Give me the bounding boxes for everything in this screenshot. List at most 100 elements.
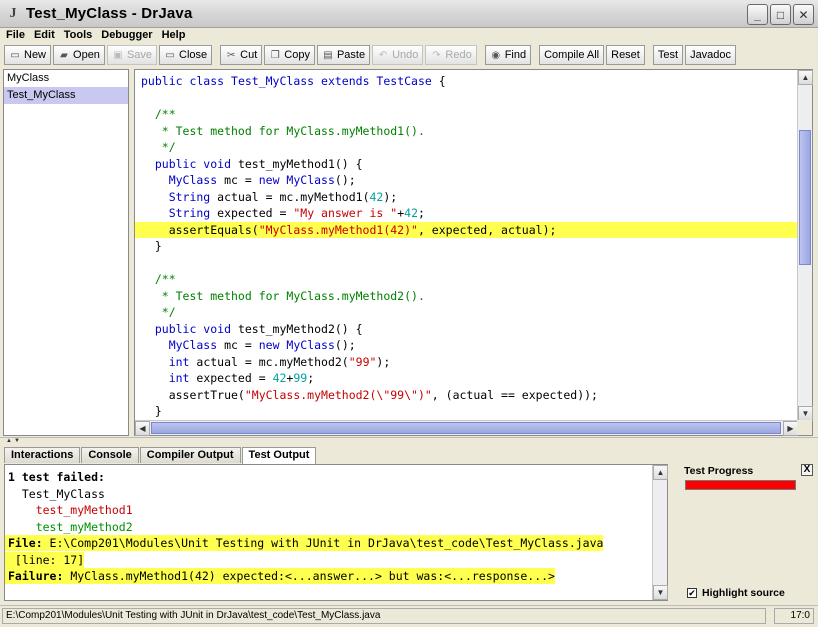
code-token: new xyxy=(258,338,280,352)
tab-console[interactable]: Console xyxy=(81,447,139,463)
highlight-source-checkbox[interactable]: ✔ xyxy=(687,588,697,598)
code-token: int xyxy=(141,354,190,369)
tab-test-output[interactable]: Test Output xyxy=(241,447,317,464)
code-token: new xyxy=(258,173,280,187)
output-file-line[interactable]: File: E:\Comp201\Modules\Unit Testing wi… xyxy=(5,535,604,551)
javadoc-button[interactable]: Javadoc xyxy=(685,45,737,65)
menu-file[interactable]: File xyxy=(6,29,25,41)
menu-tools[interactable]: Tools xyxy=(64,29,93,41)
scroll-down-icon[interactable]: ▼ xyxy=(798,406,813,421)
code-text: public class Test_MyClass extends TestCa… xyxy=(135,74,446,88)
compile-all-button[interactable]: Compile All xyxy=(539,45,605,65)
scroll-up-icon[interactable]: ▲ xyxy=(798,70,813,85)
code-token: mc = xyxy=(217,338,259,352)
redo-button[interactable]: ↷ Redo xyxy=(425,45,477,65)
code-line[interactable]: int actual = mc.myMethod2("99"); xyxy=(135,354,798,370)
code-line[interactable]: String expected = "My answer is "+42; xyxy=(135,205,798,221)
title-bar: J Test_MyClass - DrJava _ □ ✕ xyxy=(0,0,818,28)
close-label: Close xyxy=(179,49,208,61)
scroll-corner xyxy=(797,420,812,435)
open-label: Open xyxy=(73,49,100,61)
code-editor[interactable]: public class Test_MyClass extends TestCa… xyxy=(135,70,798,421)
editor-vertical-scrollbar[interactable]: ▲ ▼ xyxy=(797,70,813,421)
code-token: * Test method for MyClass.myMethod2(). xyxy=(141,288,425,303)
file-item-test-myclass[interactable]: Test_MyClass xyxy=(4,87,128,104)
close-window-button[interactable]: ✕ xyxy=(793,4,814,25)
code-text: * Test method for MyClass.myMethod2(). xyxy=(135,289,425,303)
output-scroll-up-icon[interactable]: ▲ xyxy=(653,465,668,480)
code-token: test_myMethod2() { xyxy=(237,321,363,336)
output-passed-method[interactable]: test_myMethod2 xyxy=(5,519,133,535)
code-line[interactable]: MyClass mc = new MyClass(); xyxy=(135,172,798,188)
tab-compiler-output[interactable]: Compiler Output xyxy=(139,447,241,463)
code-token: , expected, actual); xyxy=(417,222,557,237)
maximize-button[interactable]: □ xyxy=(770,4,791,25)
code-line[interactable] xyxy=(135,90,798,106)
undo-button[interactable]: ↶ Undo xyxy=(372,45,424,65)
code-token: "MyClass.myMethod2(\"99\")" xyxy=(244,387,432,402)
code-line[interactable]: String actual = mc.myMethod1(42); xyxy=(135,189,798,205)
menu-edit[interactable]: Edit xyxy=(34,29,55,41)
close-button[interactable]: ▭ Close xyxy=(159,45,213,65)
code-line[interactable]: assertEquals("MyClass.myMethod1(42)", ex… xyxy=(135,221,798,238)
test-button[interactable]: Test xyxy=(652,45,684,65)
code-line[interactable]: */ xyxy=(135,304,798,320)
paste-button[interactable]: ▤ Paste xyxy=(316,45,371,65)
code-token: } xyxy=(141,239,162,253)
minimize-button[interactable]: _ xyxy=(747,4,768,25)
save-button[interactable]: ▣ Save xyxy=(106,45,158,65)
output-failure-line[interactable]: Failure: MyClass.myMethod1(42) expected:… xyxy=(5,568,555,584)
code-token: MyClass xyxy=(141,338,218,352)
code-token: (); xyxy=(334,173,356,187)
code-line[interactable]: public class Test_MyClass extends TestCa… xyxy=(135,73,798,89)
code-token: public void xyxy=(141,156,238,171)
code-token: 42 xyxy=(404,206,418,220)
code-line[interactable]: public void test_myMethod1() { xyxy=(135,156,798,172)
test-output-pane: 1 test failed: Test_MyClass test_myMetho… xyxy=(4,464,668,601)
copy-button[interactable]: ❐ Copy xyxy=(264,45,315,65)
code-token: expected = xyxy=(210,206,294,220)
scroll-right-icon[interactable]: ▶ xyxy=(783,421,798,436)
highlight-source-label: Highlight source xyxy=(702,587,785,599)
code-line[interactable]: MyClass mc = new MyClass(); xyxy=(135,337,798,353)
code-line[interactable]: * Test method for MyClass.myMethod1(). xyxy=(135,123,798,139)
output-scroll-down-icon[interactable]: ▼ xyxy=(653,585,668,600)
menu-help[interactable]: Help xyxy=(162,29,186,41)
menu-debugger[interactable]: Debugger xyxy=(101,29,152,41)
editor-horizontal-scrollbar[interactable]: ◀ ▶ xyxy=(135,420,798,436)
scroll-left-icon[interactable]: ◀ xyxy=(135,421,150,436)
code-line[interactable]: int expected = 42+99; xyxy=(135,370,798,386)
undo-label: Undo xyxy=(392,49,419,61)
highlight-source-option[interactable]: ✔ Highlight source xyxy=(687,587,785,599)
output-line-number[interactable]: [line: 17] xyxy=(5,552,85,568)
editor-horizontal-scroll-thumb[interactable] xyxy=(151,422,781,434)
folder-icon: ▰ xyxy=(60,49,68,61)
output-vertical-scrollbar[interactable]: ▲ ▼ xyxy=(652,465,668,600)
find-button[interactable]: ◉ Find xyxy=(484,45,532,65)
progress-close-button[interactable]: X xyxy=(801,464,813,476)
window-title: Test_MyClass - DrJava xyxy=(26,5,193,22)
redo-icon: ↷ xyxy=(432,49,441,61)
code-line[interactable]: public void test_myMethod2() { xyxy=(135,321,798,337)
code-line[interactable] xyxy=(135,255,798,271)
open-button[interactable]: ▰ Open xyxy=(53,45,105,65)
file-item-myclass[interactable]: MyClass xyxy=(4,70,128,87)
code-line[interactable]: /** xyxy=(135,106,798,122)
tab-interactions[interactable]: Interactions xyxy=(4,447,81,463)
code-line[interactable]: assertTrue("MyClass.myMethod2(\"99\")", … xyxy=(135,387,798,403)
new-button[interactable]: ▭ New xyxy=(4,45,52,65)
output-failure-message: MyClass.myMethod1(42) expected:<...answe… xyxy=(63,569,555,583)
code-line[interactable]: /** xyxy=(135,271,798,287)
horizontal-splitter[interactable]: ▲▼ xyxy=(0,437,818,445)
redo-label: Redo xyxy=(445,49,472,61)
splitter-arrows-icon[interactable]: ▲▼ xyxy=(6,438,22,444)
code-line[interactable]: } xyxy=(135,238,798,254)
cut-button[interactable]: ✂ Cut xyxy=(220,45,263,65)
output-failed-method[interactable]: test_myMethod1 xyxy=(5,502,133,518)
test-output-text[interactable]: 1 test failed: Test_MyClass test_myMetho… xyxy=(5,465,653,600)
code-line[interactable]: */ xyxy=(135,139,798,155)
code-line[interactable]: } xyxy=(135,403,798,419)
editor-vertical-scroll-thumb[interactable] xyxy=(799,130,811,265)
reset-button[interactable]: Reset xyxy=(606,45,645,65)
code-line[interactable]: * Test method for MyClass.myMethod2(). xyxy=(135,288,798,304)
